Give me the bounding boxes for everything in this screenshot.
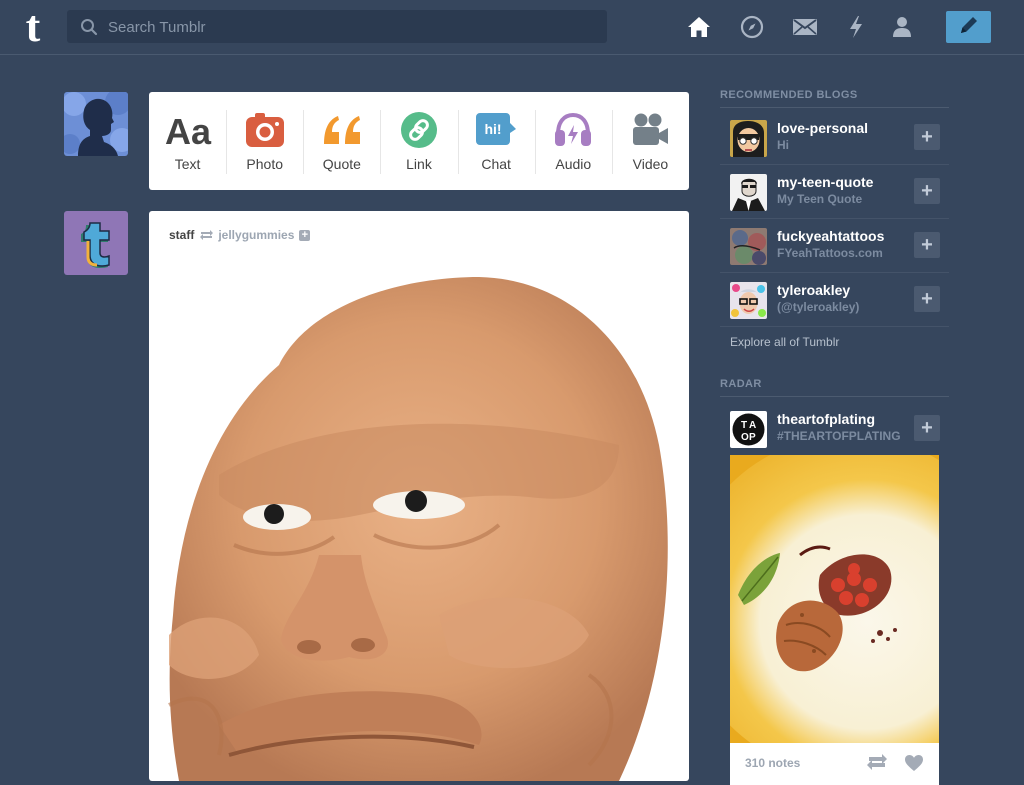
recommended-blog-item[interactable]: fuckyeahtattoos FYeahTattoos.com + — [720, 219, 949, 273]
top-navigation-bar: t — [0, 0, 1024, 55]
post-photo[interactable] — [149, 255, 689, 781]
explore-tumblr-link[interactable]: Explore all of Tumblr — [730, 335, 839, 349]
post-header: staff jellygummies + — [169, 227, 311, 243]
blog-avatar[interactable] — [730, 174, 767, 211]
svg-text:P: P — [749, 432, 756, 443]
blog-avatar[interactable] — [730, 282, 767, 319]
compose-pencil-icon — [958, 14, 980, 41]
blog-avatar[interactable] — [730, 228, 767, 265]
home-icon[interactable] — [685, 13, 713, 41]
follow-blog-button[interactable]: + — [914, 124, 940, 150]
reblogged-from-link[interactable]: jellygummies — [218, 228, 294, 242]
post-type-bar: Aa Text Photo Quote Link hi! Chat Audio — [149, 92, 689, 190]
post-type-label: Chat — [481, 156, 511, 172]
follow-blog-button[interactable]: + — [914, 286, 940, 312]
post-type-chat[interactable]: hi! Chat — [457, 92, 535, 190]
like-heart-icon[interactable] — [904, 754, 924, 777]
quote-icon — [320, 108, 364, 152]
svg-text:O: O — [741, 432, 749, 443]
compose-button[interactable] — [946, 11, 991, 43]
post-type-label: Text — [174, 156, 201, 172]
search-input[interactable] — [106, 10, 600, 45]
post-type-text[interactable]: Aa Text — [149, 92, 226, 190]
video-camera-icon — [630, 108, 670, 152]
svg-text:t: t — [26, 7, 41, 47]
post-type-quote[interactable]: Quote — [303, 92, 380, 190]
blog-title: My Teen Quote — [777, 192, 863, 206]
link-icon — [400, 108, 438, 152]
blog-title: Hi — [777, 138, 789, 152]
reblog-icon[interactable] — [866, 753, 888, 776]
blog-name[interactable]: my-teen-quote — [777, 174, 873, 190]
post-type-audio[interactable]: Audio — [534, 92, 612, 190]
blog-title: (@tyleroakley) — [777, 300, 860, 314]
blog-avatar[interactable] — [730, 120, 767, 157]
svg-text:hi!: hi! — [485, 121, 502, 137]
post-type-photo[interactable]: Photo — [226, 92, 303, 190]
text-aa-icon: Aa — [164, 108, 212, 152]
search-icon — [80, 18, 98, 36]
blog-name[interactable]: love-personal — [777, 120, 868, 136]
post-author-avatar[interactable] — [64, 211, 128, 275]
reblog-icon — [199, 229, 214, 241]
blog-avatar[interactable]: TAOP — [730, 411, 767, 448]
recommended-blog-item[interactable]: tyleroakley (@tyleroakley) + — [720, 273, 949, 327]
explore-compass-icon[interactable] — [738, 13, 766, 41]
follow-blog-button[interactable]: + — [914, 232, 940, 258]
recommended-blogs-heading: RECOMMENDED BLOGS — [720, 89, 949, 108]
radar-post-card: 310 notes — [730, 455, 939, 785]
chat-bubble-icon: hi! — [475, 108, 517, 152]
camera-icon — [245, 108, 285, 152]
search-bar — [67, 10, 607, 45]
blog-name[interactable]: tyleroakley — [777, 282, 850, 298]
activity-lightning-icon[interactable] — [842, 13, 870, 41]
recommended-blog-item[interactable]: my-teen-quote My Teen Quote + — [720, 165, 949, 219]
svg-text:Aa: Aa — [165, 111, 212, 150]
post-type-link[interactable]: Link — [380, 92, 457, 190]
svg-text:A: A — [749, 420, 756, 431]
radar-heading: RADAR — [720, 378, 949, 397]
inbox-mail-icon[interactable] — [791, 13, 819, 41]
account-person-icon[interactable] — [888, 13, 916, 41]
recommended-blog-item[interactable]: love-personal Hi + — [720, 111, 949, 165]
blog-name[interactable]: theartofplating — [777, 411, 875, 427]
tumblr-logo-icon[interactable]: t — [16, 2, 50, 51]
post-author-link[interactable]: staff — [169, 228, 194, 242]
radar-blog-item[interactable]: TAOP theartofplating #THEARTOFPLATING + — [720, 402, 949, 454]
headphones-icon — [553, 108, 593, 152]
dashboard-post: staff jellygummies + — [149, 211, 689, 781]
user-avatar[interactable] — [64, 92, 128, 156]
post-type-label: Photo — [246, 156, 283, 172]
follow-blog-button[interactable]: + — [914, 415, 940, 441]
post-type-label: Quote — [322, 156, 361, 172]
post-type-video[interactable]: Video — [611, 92, 689, 190]
blog-name[interactable]: fuckyeahtattoos — [777, 228, 884, 244]
post-type-label: Link — [406, 156, 432, 172]
blog-title: #THEARTOFPLATING — [777, 429, 901, 443]
follow-blog-button[interactable]: + — [914, 178, 940, 204]
svg-text:T: T — [741, 420, 747, 431]
post-type-label: Video — [632, 156, 669, 172]
radar-post-photo[interactable] — [730, 455, 939, 775]
follow-button[interactable]: + — [299, 229, 311, 241]
post-type-label: Audio — [555, 156, 592, 172]
blog-title: FYeahTattoos.com — [777, 246, 883, 260]
